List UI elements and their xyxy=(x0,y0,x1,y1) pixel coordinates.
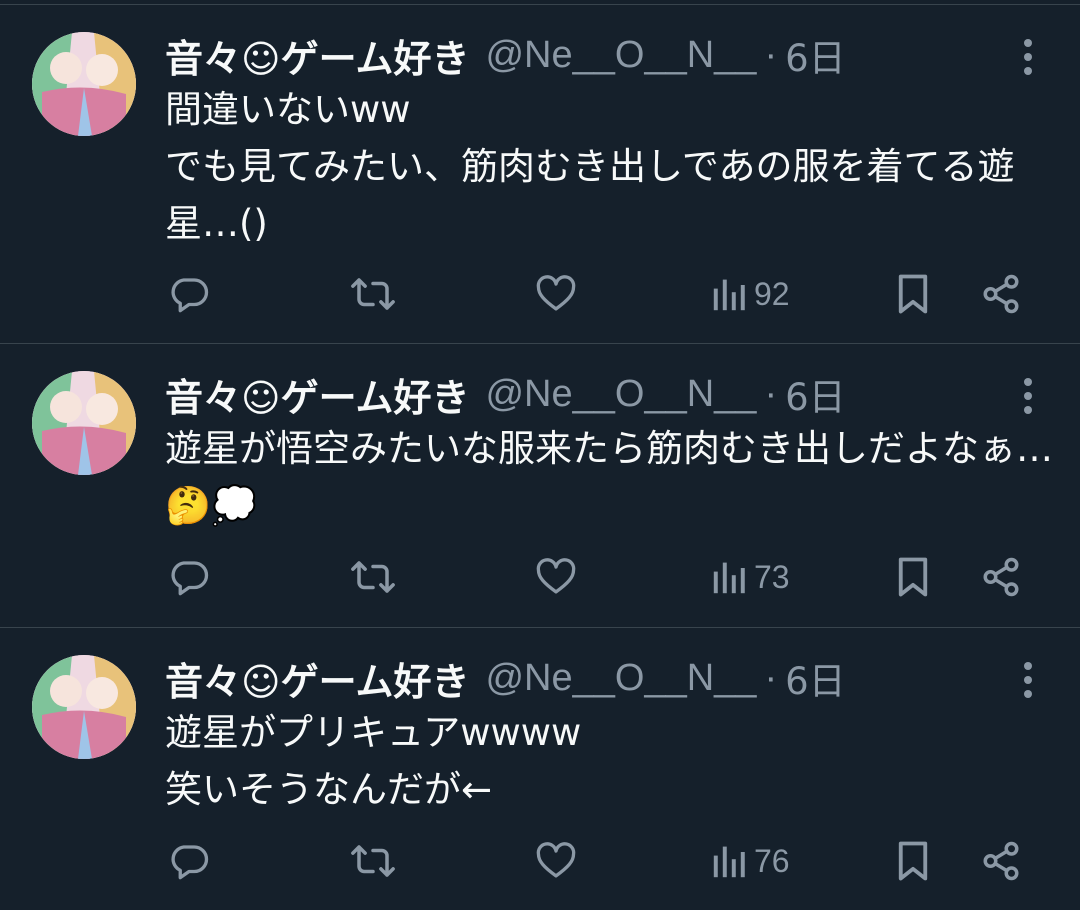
retweet-button[interactable] xyxy=(350,552,396,602)
separator-dot: · xyxy=(764,33,778,76)
reply-button[interactable] xyxy=(168,269,210,319)
tweet-time[interactable]: 6日 xyxy=(785,367,846,421)
bookmark-icon xyxy=(898,841,928,881)
bookmark-button[interactable] xyxy=(894,552,932,602)
views-chart-icon xyxy=(713,279,745,311)
tweet-time[interactable]: 6日 xyxy=(785,651,846,705)
like-button[interactable] xyxy=(535,269,577,319)
retweet-icon xyxy=(351,845,395,877)
reply-icon xyxy=(171,845,209,880)
views-chart-icon xyxy=(713,562,745,594)
retweet-button[interactable] xyxy=(350,836,396,886)
views-button[interactable]: 76 xyxy=(712,836,790,886)
bookmark-icon xyxy=(898,274,928,314)
tweet-header: 音々☺ゲーム好き @Ne__O__N__ · 6日 xyxy=(165,650,846,706)
avatar-image xyxy=(32,371,136,475)
bookmark-icon xyxy=(898,557,928,597)
retweet-icon xyxy=(351,278,395,310)
reply-icon xyxy=(171,561,209,596)
views-count: 73 xyxy=(754,558,790,595)
views-count: 92 xyxy=(754,275,790,312)
tweet-header: 音々☺ゲーム好き @Ne__O__N__ · 6日 xyxy=(165,27,846,83)
views-chart-icon xyxy=(713,846,745,878)
bookmark-button[interactable] xyxy=(894,836,932,886)
heart-icon xyxy=(536,842,576,878)
separator-dot: · xyxy=(764,656,778,699)
tweet[interactable]: 音々☺ゲーム好き @Ne__O__N__ · 6日 遊星がプリキュアwwww 笑… xyxy=(0,627,1080,910)
share-button[interactable] xyxy=(980,836,1022,886)
share-button[interactable] xyxy=(980,269,1022,319)
tweet-actions: 92 xyxy=(0,269,1080,319)
author-handle[interactable]: @Ne__O__N__ xyxy=(485,34,756,77)
author-handle[interactable]: @Ne__O__N__ xyxy=(485,657,756,700)
tweet-actions: 73 xyxy=(0,552,1080,602)
reply-icon xyxy=(171,278,209,313)
like-button[interactable] xyxy=(535,836,577,886)
tweet-time[interactable]: 6日 xyxy=(785,28,846,82)
avatar[interactable] xyxy=(32,371,136,475)
share-icon xyxy=(983,841,1019,881)
tweet-text: 遊星がプリキュアwwww 笑いそうなんだが← xyxy=(165,711,582,811)
reply-button[interactable] xyxy=(168,552,210,602)
heart-icon xyxy=(536,558,576,594)
author-handle[interactable]: @Ne__O__N__ xyxy=(485,373,756,416)
tweet-text: 間違いないww でも見てみたい、筋肉むき出しであの服を着てる遊星…() xyxy=(165,88,1015,245)
retweet-icon xyxy=(351,561,395,593)
tweet[interactable]: 音々☺ゲーム好き @Ne__O__N__ · 6日 遊星が悟空みたいな服来たら筋… xyxy=(0,343,1080,628)
share-button[interactable] xyxy=(980,552,1022,602)
share-icon xyxy=(983,557,1019,597)
author-name[interactable]: 音々☺ゲーム好き xyxy=(165,367,469,422)
tweet-header: 音々☺ゲーム好き @Ne__O__N__ · 6日 xyxy=(165,366,846,422)
tweet[interactable]: 音々☺ゲーム好き @Ne__O__N__ · 6日 間違いないww でも見てみた… xyxy=(0,4,1080,344)
reply-button[interactable] xyxy=(168,836,210,886)
separator-dot: · xyxy=(764,372,778,415)
bookmark-button[interactable] xyxy=(894,269,932,319)
like-button[interactable] xyxy=(535,552,577,602)
heart-icon xyxy=(536,275,576,311)
avatar[interactable] xyxy=(32,655,136,759)
author-name[interactable]: 音々☺ゲーム好き xyxy=(165,28,469,83)
author-name[interactable]: 音々☺ゲーム好き xyxy=(165,651,469,706)
views-count: 76 xyxy=(754,842,790,879)
more-vertical-icon[interactable] xyxy=(1016,660,1040,700)
retweet-button[interactable] xyxy=(350,269,396,319)
tweet-actions: 76 xyxy=(0,836,1080,886)
avatar-image xyxy=(32,32,136,136)
avatar[interactable] xyxy=(32,32,136,136)
tweet-text: 遊星が悟空みたいな服来たら筋肉むき出しだよなぁ…🤔💭 xyxy=(165,427,1053,527)
avatar-image xyxy=(32,655,136,759)
timeline-feed: 音々☺ゲーム好き @Ne__O__N__ · 6日 間違いないww でも見てみた… xyxy=(0,0,1080,910)
views-button[interactable]: 73 xyxy=(712,552,790,602)
more-vertical-icon[interactable] xyxy=(1016,376,1040,416)
more-vertical-icon[interactable] xyxy=(1016,37,1040,77)
share-icon xyxy=(983,274,1019,314)
views-button[interactable]: 92 xyxy=(712,269,790,319)
